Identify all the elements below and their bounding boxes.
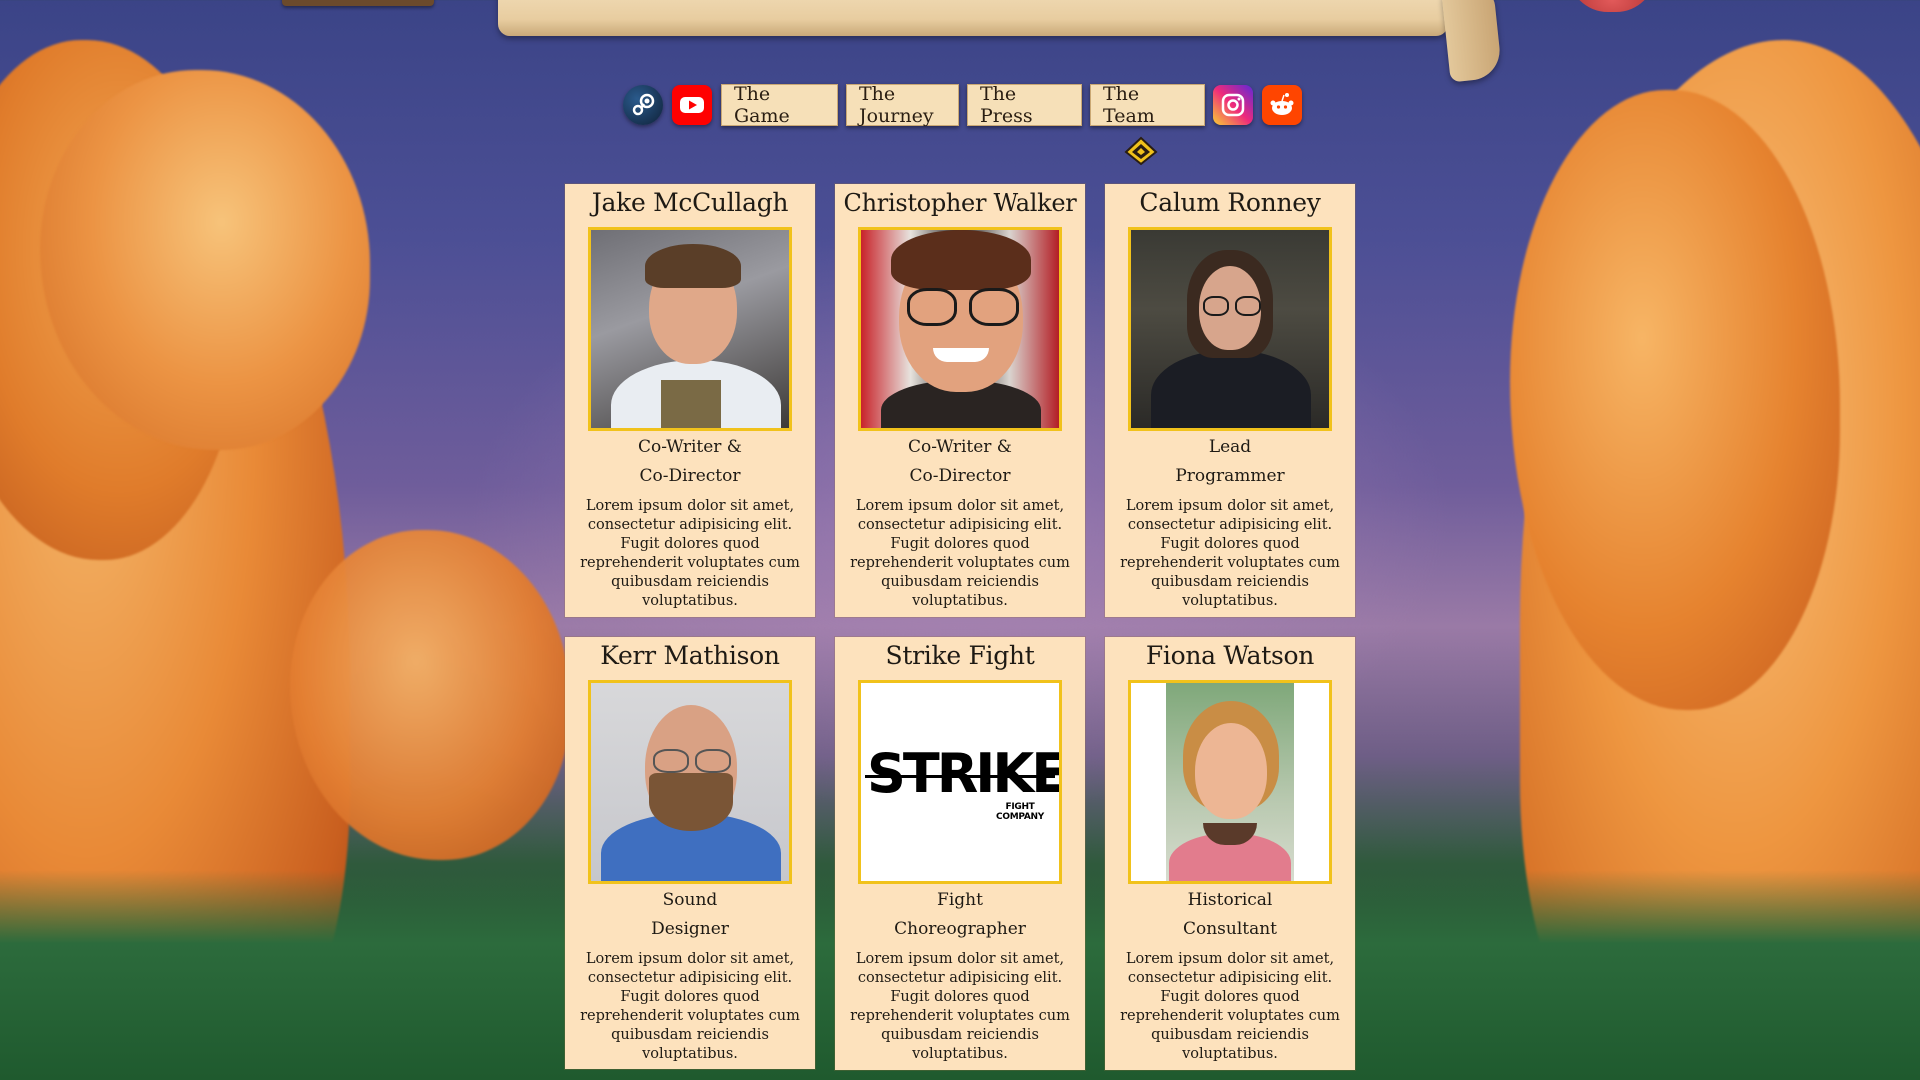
role-line: Lead <box>1208 437 1252 457</box>
role-line: Co-Director <box>639 466 741 486</box>
red-emblem-decoration <box>1568 0 1656 12</box>
team-member-bio: Lorem ipsum dolor sit amet, consectetur … <box>850 951 1070 1062</box>
role-line: Co-Writer & <box>908 437 1012 457</box>
role-line: Historical <box>1187 890 1273 910</box>
role-line: Consultant <box>1182 919 1278 939</box>
role-line: Programmer <box>1175 466 1285 486</box>
team-member-name: Calum Ronney <box>1139 188 1321 217</box>
steam-icon[interactable] <box>623 85 663 125</box>
team-member-role: Lead Programmer <box>1105 433 1355 491</box>
nav-the-game[interactable]: The Game <box>721 83 838 127</box>
nav-the-team[interactable]: The Team <box>1090 83 1205 127</box>
team-member-role: Sound Designer <box>565 886 815 944</box>
team-member-role: Historical Consultant <box>1105 886 1355 944</box>
role-line: Designer <box>651 919 729 939</box>
team-member-role: Co-Writer & Co-Director <box>565 433 815 491</box>
logo-subtext: FIGHT COMPANY <box>996 802 1044 822</box>
main-nav: The Game The Journey The Press The Team <box>623 83 1311 127</box>
role-line: Co-Director <box>909 466 1011 486</box>
logo-text: STRIKE <box>867 742 1062 805</box>
role-line: Choreographer <box>894 919 1026 939</box>
role-line: Sound <box>662 890 718 910</box>
parchment-curl <box>1441 0 1503 83</box>
instagram-icon[interactable] <box>1213 85 1253 125</box>
nav-the-journey[interactable]: The Journey <box>846 83 959 127</box>
team-member-bio: Lorem ipsum dolor sit amet, consectetur … <box>580 951 800 1062</box>
team-member-bio: Lorem ipsum dolor sit amet, consectetur … <box>1120 498 1340 609</box>
team-card: Fiona Watson Historical Consultant Lorem… <box>1105 637 1355 1070</box>
team-member-photo <box>858 227 1062 431</box>
strike-fight-logo: STRIKE FIGHT COMPANY <box>858 680 1062 884</box>
team-member-photo <box>588 680 792 884</box>
team-member-photo <box>588 227 792 431</box>
team-member-photo <box>1128 227 1332 431</box>
team-card: Jake McCullagh Co-Writer & Co-Director L… <box>565 184 815 617</box>
team-card: Calum Ronney Lead Programmer Lorem ipsum… <box>1105 184 1355 617</box>
team-member-name: Christopher Walker <box>843 189 1077 217</box>
team-member-name: Kerr Mathison <box>600 641 780 670</box>
parchment-banner <box>498 0 1448 36</box>
reddit-icon[interactable] <box>1262 85 1302 125</box>
team-card: Kerr Mathison Sound Designer Lorem ipsum… <box>565 637 815 1069</box>
team-member-photo <box>1128 680 1332 884</box>
role-line: Co-Writer & <box>638 437 742 457</box>
team-member-name: Jake McCullagh <box>591 188 789 217</box>
team-card: Strike Fight STRIKE FIGHT COMPANY Fight … <box>835 637 1085 1070</box>
studio-logo-icon <box>1124 136 1158 166</box>
team-member-name: Fiona Watson <box>1145 641 1315 670</box>
wooden-plank-decoration <box>282 0 434 6</box>
team-member-bio: Lorem ipsum dolor sit amet, consectetur … <box>1120 951 1340 1062</box>
nav-the-press[interactable]: The Press <box>967 83 1082 127</box>
team-card: Christopher Walker Co-Writer & Co-Direct… <box>835 184 1085 617</box>
team-member-bio: Lorem ipsum dolor sit amet, consectetur … <box>850 498 1070 609</box>
team-member-role: Co-Writer & Co-Director <box>835 433 1085 491</box>
youtube-icon[interactable] <box>672 85 712 125</box>
team-member-bio: Lorem ipsum dolor sit amet, consectetur … <box>580 498 800 609</box>
team-member-name: Strike Fight <box>885 641 1035 670</box>
team-member-role: Fight Choreographer <box>835 886 1085 944</box>
role-line: Fight <box>937 890 983 910</box>
